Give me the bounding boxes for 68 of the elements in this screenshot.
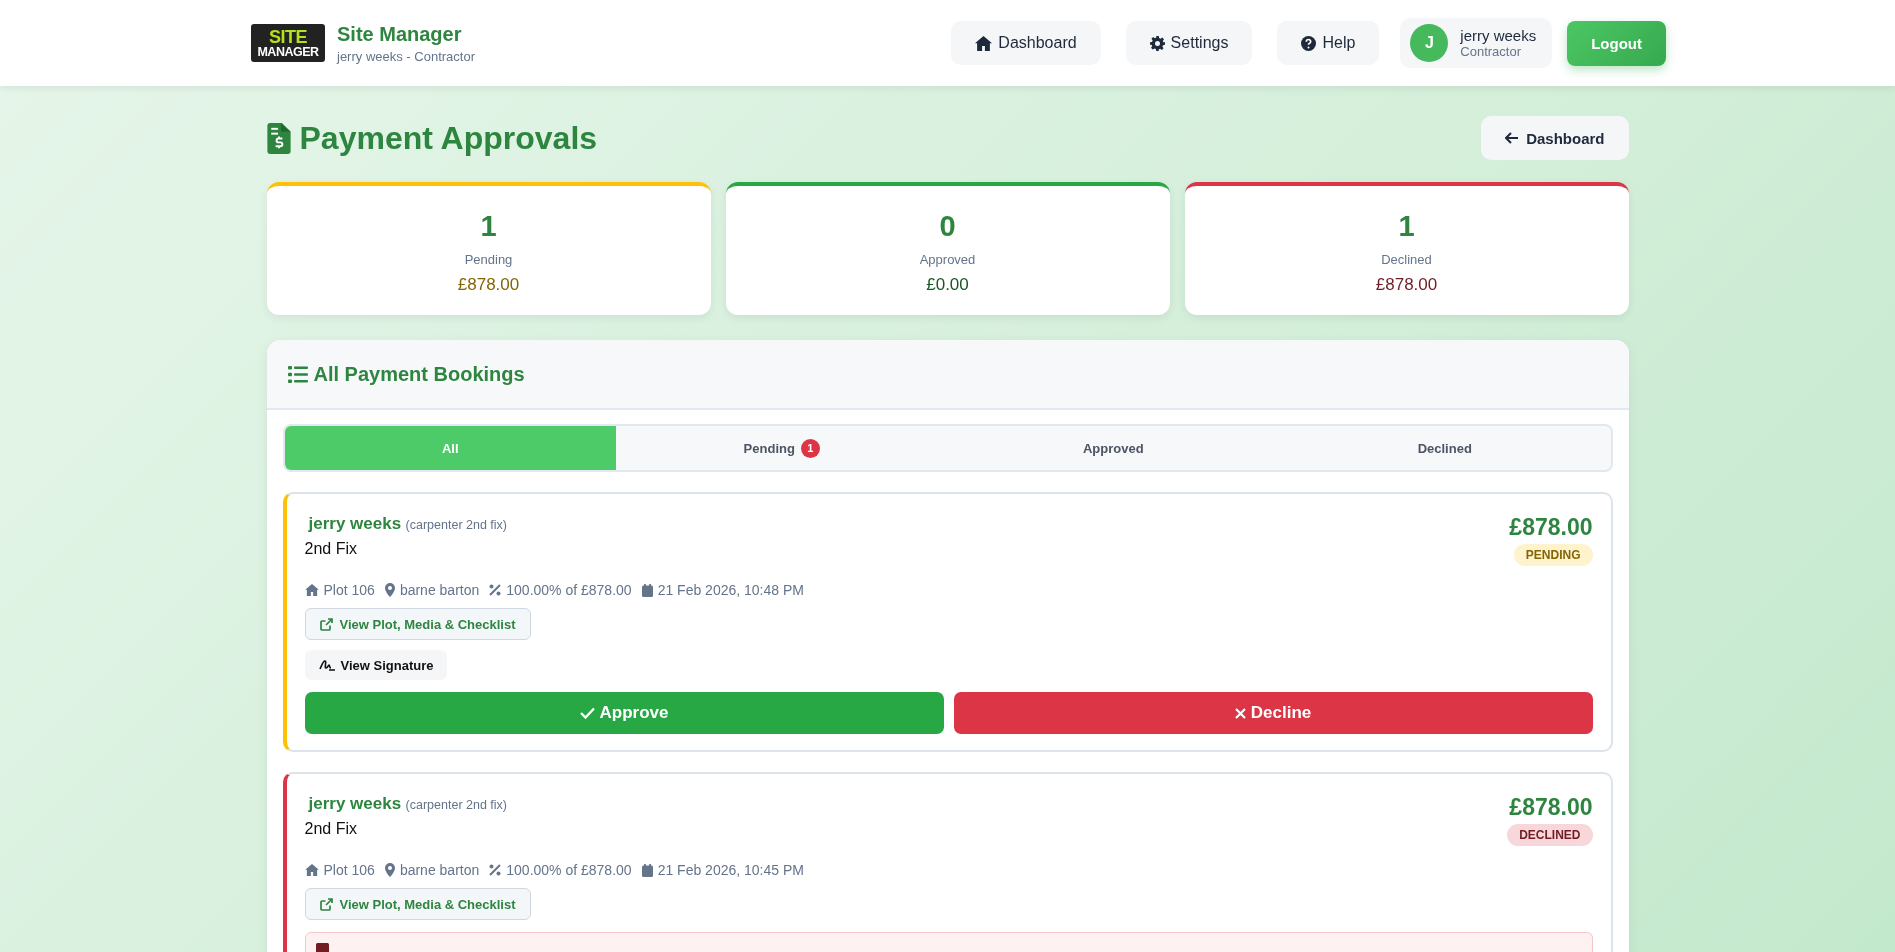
- page-title: Payment Approvals: [299, 119, 598, 157]
- stat-label: Pending: [464, 252, 513, 267]
- booking-amount: £878.00: [1509, 794, 1593, 821]
- stat-count: 1: [480, 210, 497, 243]
- home-icon: [304, 864, 319, 876]
- stat-amount: £878.00: [1375, 275, 1438, 295]
- stat-label: Approved: [919, 252, 976, 267]
- booking-date: 21 Feb 2026, 10:45 PM: [657, 862, 804, 878]
- stat-amount: £0.00: [926, 275, 969, 295]
- booking-amount: £878.00: [1509, 514, 1593, 541]
- section-title: All Payment Bookings: [313, 362, 525, 386]
- invoice-dollar-icon: [266, 122, 291, 154]
- view-signature-button[interactable]: View Signature: [304, 650, 448, 680]
- user-name: jerry weeks: [1460, 27, 1537, 44]
- percent-icon: [489, 584, 502, 596]
- payment-percent: 100.00% of £878.00: [506, 582, 632, 598]
- back-to-dashboard-button[interactable]: Dashboard: [1481, 116, 1629, 160]
- user-card[interactable]: J jerry weeks Contractor: [1400, 18, 1553, 68]
- calendar-icon: [641, 863, 653, 877]
- user-avatar: J: [1410, 24, 1449, 62]
- close-icon: [1234, 707, 1246, 719]
- user-subtitle: jerry weeks - Contractor: [337, 48, 475, 64]
- booking-date: 21 Feb 2026, 10:48 PM: [657, 582, 804, 598]
- settings-icon: [1149, 35, 1165, 51]
- worker-name: jerry weeks: [308, 794, 402, 813]
- home-icon: [304, 584, 319, 596]
- plot-number: Plot 106: [323, 862, 375, 878]
- site-location: barne barton: [399, 862, 480, 878]
- status-badge: DECLINED: [1507, 824, 1593, 846]
- filter-tab[interactable]: Pending 1: [616, 426, 948, 470]
- stat-label: Declined: [1381, 252, 1432, 267]
- percent-icon: [489, 864, 502, 876]
- comment-icon: [315, 943, 329, 952]
- status-badge: PENDING: [1513, 544, 1593, 566]
- worker-trade: (carpenter 2nd fix): [405, 798, 508, 812]
- home-icon: [975, 35, 993, 51]
- stat-count: 0: [939, 210, 956, 243]
- list-icon: [287, 365, 308, 383]
- map-pin-icon: [384, 863, 395, 877]
- check-icon: [579, 707, 595, 719]
- user-role: Contractor: [1460, 44, 1523, 59]
- view-plot-link-button[interactable]: View Plot, Media & Checklist: [304, 888, 531, 920]
- signature-icon: [318, 659, 336, 671]
- left-arrow-icon: [1505, 132, 1520, 144]
- plot-number: Plot 106: [323, 582, 375, 598]
- external-link-icon: [319, 617, 333, 631]
- nav-button[interactable]: Help: [1277, 21, 1380, 65]
- map-pin-icon: [384, 583, 395, 597]
- view-plot-link-button[interactable]: View Plot, Media & Checklist: [304, 608, 531, 640]
- decline-button[interactable]: Decline: [953, 692, 1593, 734]
- worker-name: jerry weeks: [308, 514, 402, 533]
- app-name: Site Manager: [337, 22, 463, 46]
- worker-trade: (carpenter 2nd fix): [405, 518, 508, 532]
- filter-tab[interactable]: Declined: [1279, 426, 1611, 470]
- payment-percent: 100.00% of £878.00: [506, 862, 632, 878]
- nav-button[interactable]: Settings: [1125, 21, 1253, 65]
- stat-amount: £878.00: [457, 275, 520, 295]
- help-icon: [1301, 35, 1317, 51]
- external-link-icon: [319, 897, 333, 911]
- site-manager-logo: SITE MANAGER: [251, 24, 325, 62]
- count-badge: 1: [800, 438, 820, 458]
- calendar-icon: [641, 583, 653, 597]
- stat-count: 1: [1398, 210, 1415, 243]
- task-name: 2nd Fix: [304, 540, 358, 558]
- task-name: 2nd Fix: [304, 820, 358, 838]
- site-location: barne barton: [399, 582, 480, 598]
- filter-tab[interactable]: Approved: [947, 426, 1279, 470]
- nav-button[interactable]: Dashboard: [951, 21, 1101, 65]
